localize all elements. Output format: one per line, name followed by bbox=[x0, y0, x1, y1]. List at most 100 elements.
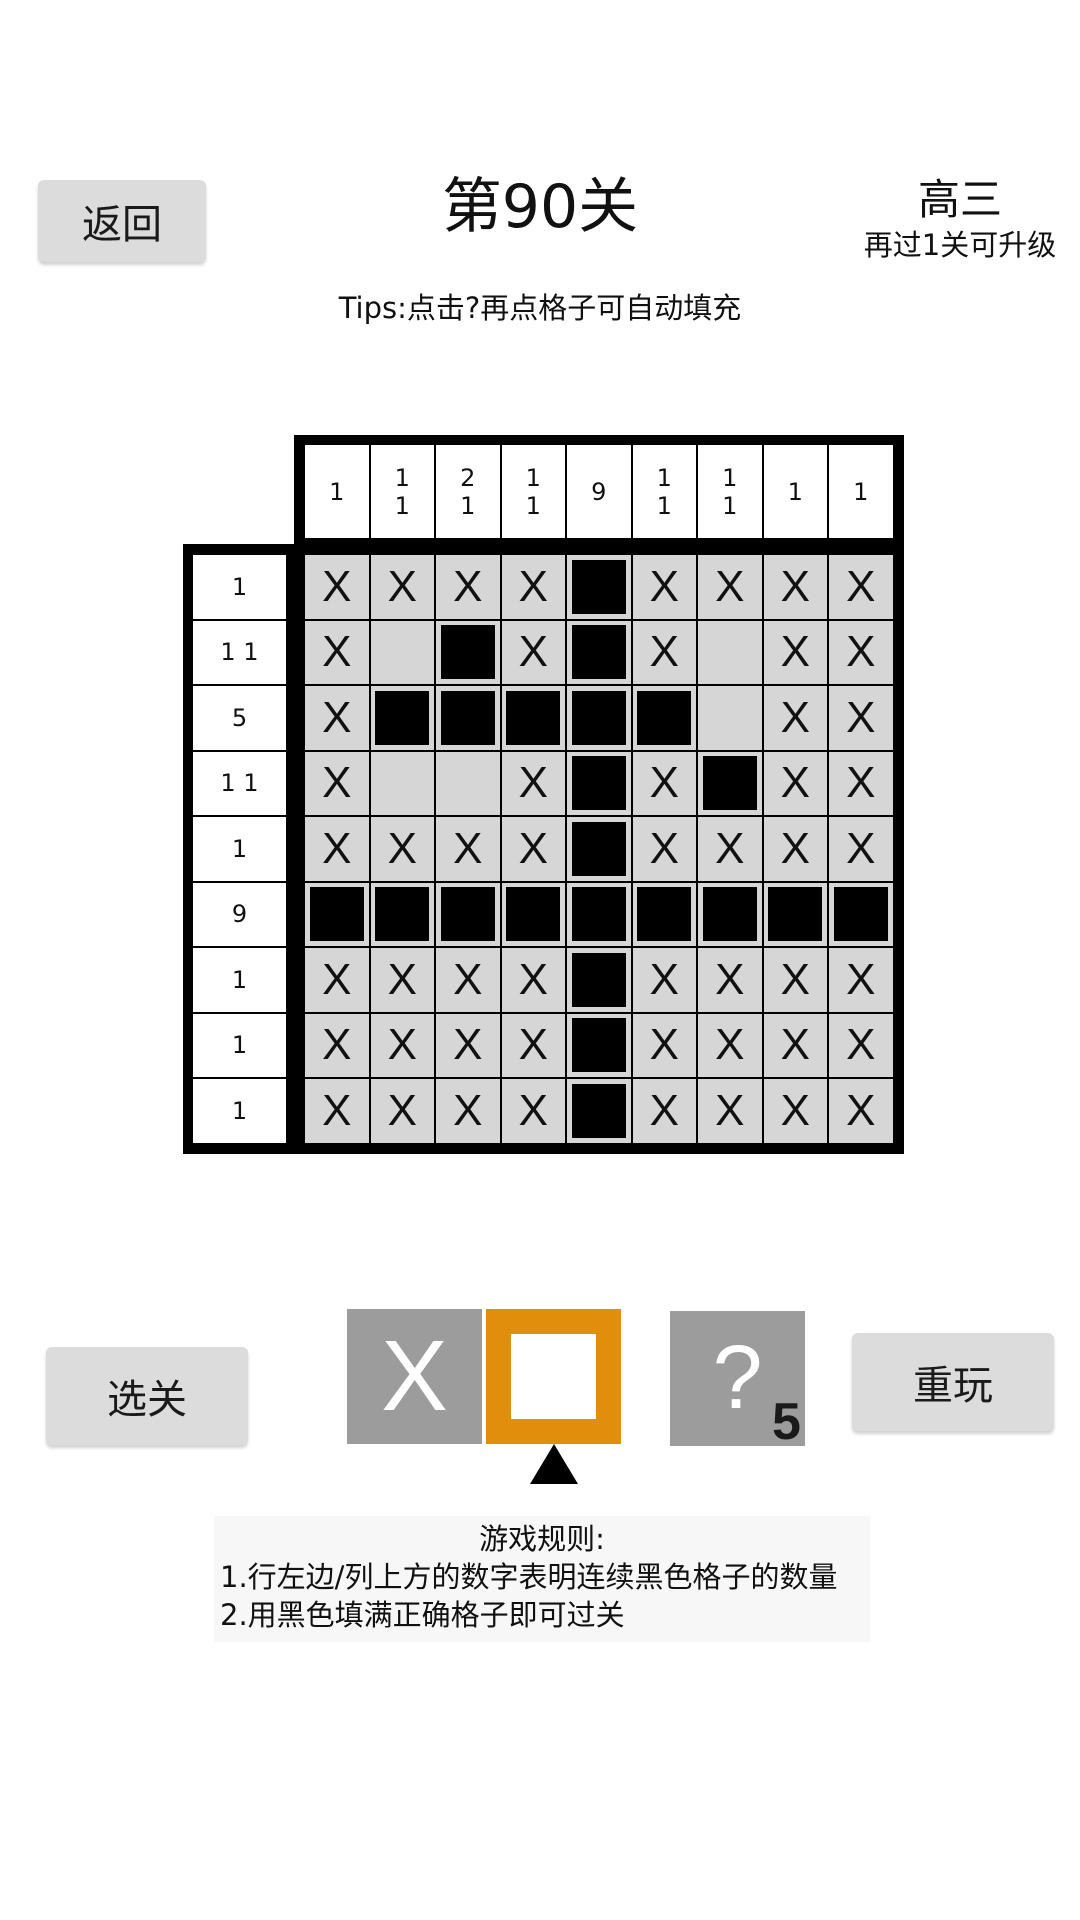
crossed-cell[interactable]: X bbox=[698, 555, 762, 619]
crossed-cell[interactable]: X bbox=[698, 1013, 762, 1077]
row-clue: 1 bbox=[193, 555, 286, 619]
filled-cell[interactable] bbox=[567, 555, 631, 619]
filled-cell[interactable] bbox=[567, 751, 631, 815]
crossed-cell[interactable]: X bbox=[829, 1079, 893, 1143]
crossed-cell[interactable]: X bbox=[763, 620, 827, 684]
filled-square bbox=[571, 690, 626, 745]
filled-cell[interactable] bbox=[436, 882, 500, 946]
row-clue: 1 bbox=[193, 817, 286, 881]
crossed-cell[interactable]: X bbox=[436, 1013, 500, 1077]
crossed-cell[interactable]: X bbox=[632, 555, 696, 619]
crossed-cell[interactable]: X bbox=[370, 948, 434, 1012]
crossed-cell[interactable]: X bbox=[698, 1079, 762, 1143]
select-level-button[interactable]: 选关 bbox=[46, 1347, 248, 1445]
crossed-cell[interactable]: X bbox=[698, 948, 762, 1012]
filled-cell[interactable] bbox=[436, 620, 500, 684]
empty-cell[interactable] bbox=[698, 620, 762, 684]
crossed-cell[interactable]: X bbox=[436, 817, 500, 881]
filled-square bbox=[571, 625, 626, 680]
crossed-cell[interactable]: X bbox=[829, 751, 893, 815]
filled-cell[interactable] bbox=[436, 686, 500, 750]
crossed-cell[interactable]: X bbox=[632, 751, 696, 815]
crossed-cell[interactable]: X bbox=[305, 751, 369, 815]
filled-cell[interactable] bbox=[501, 882, 565, 946]
filled-square bbox=[375, 690, 430, 745]
crossed-cell[interactable]: X bbox=[829, 686, 893, 750]
filled-cell[interactable] bbox=[632, 882, 696, 946]
crossed-cell[interactable]: X bbox=[698, 817, 762, 881]
filled-square bbox=[833, 887, 888, 942]
crossed-cell[interactable]: X bbox=[370, 817, 434, 881]
crossed-cell[interactable]: X bbox=[501, 817, 565, 881]
filled-cell[interactable] bbox=[567, 1079, 631, 1143]
crossed-cell[interactable]: X bbox=[829, 1013, 893, 1077]
crossed-cell[interactable]: X bbox=[501, 555, 565, 619]
crossed-cell[interactable]: X bbox=[829, 620, 893, 684]
crossed-cell[interactable]: X bbox=[501, 620, 565, 684]
filled-cell[interactable] bbox=[632, 686, 696, 750]
crossed-cell[interactable]: X bbox=[305, 686, 369, 750]
crossed-cell[interactable]: X bbox=[501, 1079, 565, 1143]
crossed-cell[interactable]: X bbox=[829, 948, 893, 1012]
filled-cell[interactable] bbox=[567, 686, 631, 750]
filled-cell[interactable] bbox=[698, 751, 762, 815]
filled-cell[interactable] bbox=[501, 686, 565, 750]
filled-square bbox=[702, 756, 757, 811]
crossed-cell[interactable]: X bbox=[436, 555, 500, 619]
empty-cell[interactable] bbox=[370, 751, 434, 815]
crossed-cell[interactable]: X bbox=[632, 817, 696, 881]
crossed-cell[interactable]: X bbox=[829, 817, 893, 881]
crossed-cell[interactable]: X bbox=[632, 1013, 696, 1077]
crossed-cell[interactable]: X bbox=[632, 948, 696, 1012]
crossed-cell[interactable]: X bbox=[501, 1013, 565, 1077]
filled-cell[interactable] bbox=[763, 882, 827, 946]
crossed-cell[interactable]: X bbox=[501, 751, 565, 815]
filled-cell[interactable] bbox=[370, 882, 434, 946]
crossed-cell[interactable]: X bbox=[305, 817, 369, 881]
empty-cell[interactable] bbox=[436, 751, 500, 815]
crossed-cell[interactable]: X bbox=[763, 1013, 827, 1077]
crossed-cell[interactable]: X bbox=[370, 1079, 434, 1143]
crossed-cell[interactable]: X bbox=[305, 620, 369, 684]
filled-cell[interactable] bbox=[567, 882, 631, 946]
filled-square bbox=[506, 887, 561, 942]
filled-cell[interactable] bbox=[305, 882, 369, 946]
crossed-cell[interactable]: X bbox=[436, 1079, 500, 1143]
empty-cell[interactable] bbox=[370, 620, 434, 684]
crossed-cell[interactable]: X bbox=[763, 1079, 827, 1143]
filled-cell[interactable] bbox=[829, 882, 893, 946]
filled-cell[interactable] bbox=[567, 620, 631, 684]
filled-cell[interactable] bbox=[567, 1013, 631, 1077]
crossed-cell[interactable]: X bbox=[763, 555, 827, 619]
crossed-cell[interactable]: X bbox=[370, 1013, 434, 1077]
crossed-cell[interactable]: X bbox=[632, 1079, 696, 1143]
crossed-cell[interactable]: X bbox=[305, 555, 369, 619]
crossed-cell[interactable]: X bbox=[763, 686, 827, 750]
empty-cell[interactable] bbox=[698, 686, 762, 750]
filled-cell[interactable] bbox=[567, 817, 631, 881]
replay-button[interactable]: 重玩 bbox=[852, 1333, 1054, 1431]
crossed-cell[interactable]: X bbox=[436, 948, 500, 1012]
crossed-cell[interactable]: X bbox=[763, 751, 827, 815]
column-clue: 1 1 bbox=[501, 445, 565, 538]
crossed-cell[interactable]: X bbox=[829, 555, 893, 619]
column-clue: 2 1 bbox=[436, 445, 500, 538]
crossed-cell[interactable]: X bbox=[305, 948, 369, 1012]
filled-cell[interactable] bbox=[698, 882, 762, 946]
row-clue: 1 bbox=[193, 1013, 286, 1077]
crossed-cell[interactable]: X bbox=[763, 948, 827, 1012]
crossed-cell[interactable]: X bbox=[763, 817, 827, 881]
column-clue: 9 bbox=[567, 445, 631, 538]
crossed-cell[interactable]: X bbox=[305, 1013, 369, 1077]
row-clue: 1 bbox=[193, 1079, 286, 1143]
crossed-cell[interactable]: X bbox=[370, 555, 434, 619]
mark-x-tool-button[interactable]: X bbox=[347, 1309, 482, 1444]
filled-cell[interactable] bbox=[567, 948, 631, 1012]
crossed-cell[interactable]: X bbox=[501, 948, 565, 1012]
filled-square bbox=[571, 1018, 626, 1073]
filled-cell[interactable] bbox=[370, 686, 434, 750]
crossed-cell[interactable]: X bbox=[305, 1079, 369, 1143]
selected-tool-pointer-icon bbox=[530, 1444, 578, 1484]
crossed-cell[interactable]: X bbox=[632, 620, 696, 684]
fill-tool-button[interactable] bbox=[486, 1309, 621, 1444]
